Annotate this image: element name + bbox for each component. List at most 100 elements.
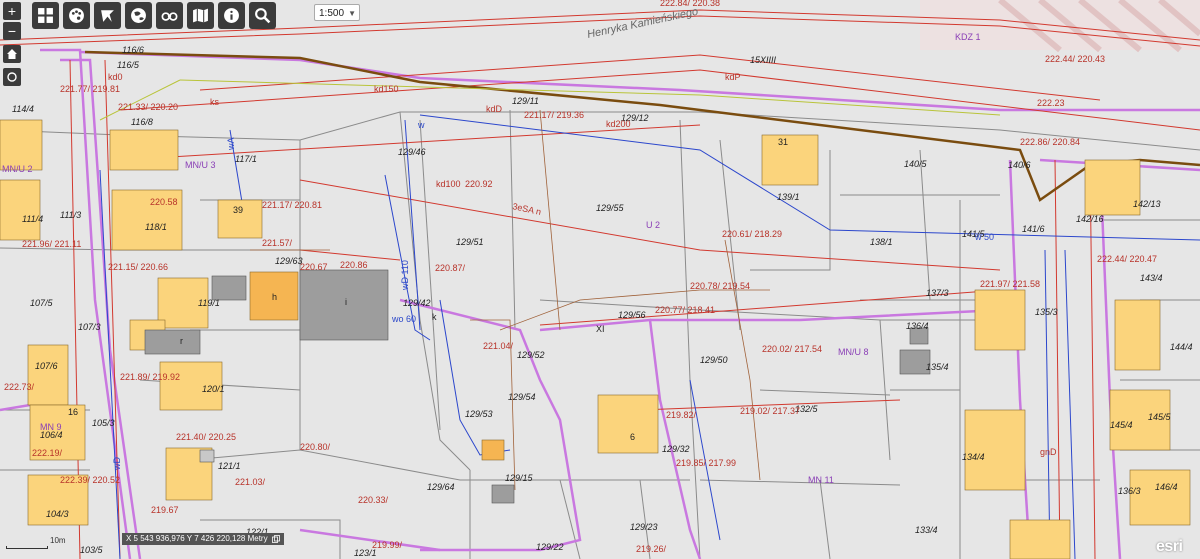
parcel-label: 142/13 — [1133, 199, 1161, 209]
coordinate-text: X 5 543 936,976 Y 7 426 220,128 Metry — [126, 534, 268, 543]
globe-icon — [131, 8, 146, 23]
height-label: 220.77/ 218.41 — [655, 305, 715, 315]
parcel-label: 116/8 — [131, 117, 153, 127]
layers-grid-icon — [38, 8, 53, 23]
height-label: 221.40/ 220.25 — [176, 432, 236, 442]
style-button[interactable] — [63, 2, 90, 29]
parcel-label: 129/50 — [700, 355, 728, 365]
scale-bar-label: 10m — [50, 536, 66, 545]
parcel-label: 107/3 — [78, 322, 101, 332]
info-button[interactable] — [218, 2, 245, 29]
parcel-label: 103/5 — [80, 545, 104, 555]
parcel-label: 129/51 — [456, 237, 484, 247]
utility-label: wD — [112, 457, 122, 471]
height-label: 222.73/ — [4, 382, 35, 392]
parcel-label: 129/64 — [427, 482, 455, 492]
street-view-button[interactable] — [156, 2, 183, 29]
parcel-label: 137/3 — [926, 288, 949, 298]
home-button[interactable] — [3, 45, 21, 63]
height-label: 221.33/ 220.20 — [118, 102, 178, 112]
basemap-button[interactable] — [125, 2, 152, 29]
utility-label: w — [417, 120, 425, 130]
height-label: 222.44/ 220.47 — [1097, 254, 1157, 264]
height-label: 222.44/ 220.43 — [1045, 54, 1105, 64]
utility-label: r — [180, 336, 183, 346]
info-icon — [224, 8, 239, 23]
parcel-label: 129/23 — [630, 522, 658, 532]
utility-label: k — [432, 312, 437, 322]
layers-button[interactable] — [32, 2, 59, 29]
parcel-label: 129/56 — [618, 310, 646, 320]
search-button[interactable] — [249, 2, 276, 29]
parcel-label: 129/55 — [596, 203, 625, 213]
parcel-label: 136/4 — [906, 321, 929, 331]
height-label: 220.33/ — [358, 495, 389, 505]
map-view-button[interactable] — [187, 2, 214, 29]
scale-bar-line — [6, 546, 48, 549]
parcel-label: 142/16 — [1076, 214, 1104, 224]
copy-icon[interactable] — [271, 535, 280, 543]
utility-label: gnD — [1040, 447, 1057, 457]
height-label: 221.03/ — [235, 477, 266, 487]
building-number: 31 — [778, 137, 788, 147]
utility-label: kdP — [725, 72, 741, 82]
parcel-label: 129/52 — [517, 350, 545, 360]
height-label: 220.02/ 217.54 — [762, 344, 822, 354]
draw-tools-icon — [101, 10, 114, 22]
parcel-label: 129/53 — [465, 409, 493, 419]
map-canvas[interactable]: 116/6 116/5 116/8 117/1 118/1 119/1 120/… — [0, 0, 1200, 559]
parcel-label: 129/11 — [512, 96, 539, 106]
parcel-label: 145/5 — [1148, 412, 1172, 422]
height-label: 220.92 — [465, 179, 493, 189]
parcel-label: 135/4 — [926, 362, 949, 372]
utility-label: kd100 — [436, 179, 461, 189]
utility-label: kd0 — [108, 72, 123, 82]
building-number: 16 — [68, 407, 78, 417]
height-label: 221.77/ 219.81 — [60, 84, 120, 94]
height-label: 221.17/ 220.81 — [262, 200, 322, 210]
height-label: 219.85/ 217.99 — [676, 458, 736, 468]
zoom-control: + − — [3, 2, 21, 40]
zone-label: U 2 — [646, 220, 660, 230]
locate-icon — [7, 72, 17, 82]
height-label: 220.67 — [300, 262, 328, 272]
home-icon — [7, 49, 17, 59]
height-label: 219.02/ 217.37 — [740, 406, 800, 416]
parcel-label: 117/1 — [235, 154, 257, 164]
height-label: 219.67 — [151, 505, 179, 515]
utility-label: kd150 — [374, 84, 399, 94]
height-label: 222.86/ 220.84 — [1020, 137, 1080, 147]
parcel-label: 119/1 — [198, 298, 220, 308]
utility-label: kd200 — [606, 119, 631, 129]
height-label: 219.99/ — [372, 540, 403, 550]
esri-logo: esri — [1156, 538, 1183, 555]
map-icon — [193, 8, 208, 23]
height-label: 220.61/ 218.29 — [722, 229, 782, 239]
utility-label: h — [272, 292, 277, 302]
zoom-in-button[interactable]: + — [3, 2, 21, 20]
parcel-label: 118/1 — [145, 222, 167, 232]
parcel-label: 138/1 — [870, 237, 893, 247]
height-label: 219.26/ — [636, 544, 667, 554]
height-label: 221.15/ 220.66 — [108, 262, 168, 272]
building-number: 6 — [630, 432, 635, 442]
draw-tools-button[interactable] — [94, 2, 121, 29]
toolbar — [32, 2, 276, 29]
parcel-label: 144/4 — [1170, 342, 1193, 352]
parcel-label: 129/42 — [403, 298, 431, 308]
height-label: 220.78/ 219.54 — [690, 281, 750, 291]
height-label: 221.57/ — [262, 238, 293, 248]
parcel-label: 111/3 — [60, 210, 81, 220]
parcel-label: 129/46 — [398, 147, 426, 157]
zoom-out-button[interactable]: − — [3, 22, 21, 40]
zone-label: MN/U 3 — [185, 160, 216, 170]
parcel-label: 120/1 — [202, 384, 225, 394]
height-label: 221.17/ 219.36 — [524, 110, 584, 120]
height-label: 222.39/ 220.52 — [60, 475, 120, 485]
utility-label: wA — [226, 137, 236, 151]
locate-button[interactable] — [3, 68, 21, 86]
scale-dropdown[interactable]: 1:500 ▼ — [314, 4, 360, 21]
parcel-label: 134/4 — [962, 452, 985, 462]
height-label: 220.87/ — [435, 263, 466, 273]
parcel-label: 140/6 — [1008, 160, 1031, 170]
